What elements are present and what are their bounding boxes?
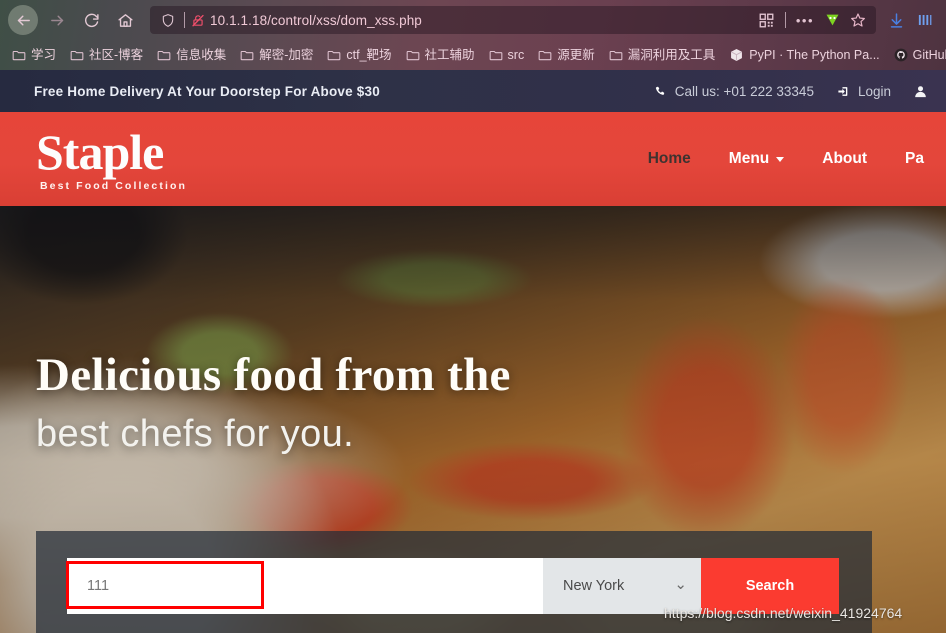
url-text[interactable]: 10.1.1.18/control/xss/dom_xss.php	[210, 13, 755, 28]
bookmark-label: PyPI · The Python Pa...	[749, 47, 880, 62]
back-arrow-icon	[15, 12, 32, 29]
folder-icon	[157, 49, 171, 61]
bookmark-label: ctf_靶场	[346, 47, 392, 62]
chevron-down-icon: ⌄	[674, 576, 687, 593]
nav-label: Pa	[905, 150, 924, 167]
hero-copy: Delicious food from the best chefs for y…	[18, 206, 928, 460]
address-bar-actions: •••	[755, 8, 870, 32]
sign-in-icon	[836, 85, 850, 98]
github-icon	[894, 48, 908, 62]
login-label: Login	[857, 83, 891, 99]
bookmark-item[interactable]: 漏洞利用及工具	[603, 47, 722, 64]
forward-button[interactable]	[42, 5, 72, 35]
nav-item-pages[interactable]: Pa	[905, 150, 924, 168]
site-topbar: Free Home Delivery At Your Doorstep For …	[0, 70, 946, 112]
folder-icon	[240, 49, 254, 61]
back-button[interactable]	[8, 5, 38, 35]
login-item[interactable]: Login	[836, 84, 891, 99]
nav-label: About	[822, 150, 868, 167]
browser-nav-row: 10.1.1.18/control/xss/dom_xss.php •••	[0, 0, 946, 40]
hero-subheadline: best chefs for you.	[36, 413, 355, 455]
bookmark-item-github[interactable]: GitHub	[888, 46, 946, 64]
search-input[interactable]	[67, 558, 543, 614]
ellipsis-icon[interactable]: •••	[792, 13, 818, 28]
bookmark-item[interactable]: 解密-加密	[234, 47, 319, 64]
address-bar[interactable]: 10.1.1.18/control/xss/dom_xss.php •••	[150, 6, 876, 34]
location-selected-value: New York	[563, 578, 625, 594]
urlbar-divider	[184, 12, 185, 28]
logo-tagline: Best Food Collection	[40, 180, 187, 192]
library-icon[interactable]	[912, 8, 936, 32]
bookmark-label: 漏洞利用及工具	[627, 47, 716, 62]
nav-item-about[interactable]: About	[822, 150, 867, 168]
promo-text: Free Home Delivery At Your Doorstep For …	[34, 83, 380, 99]
reload-button[interactable]	[76, 5, 106, 35]
topbar-right: Call us: +01 222 33345 Login	[654, 84, 928, 99]
folder-icon	[70, 49, 84, 61]
account-item[interactable]	[913, 84, 928, 99]
home-button[interactable]	[110, 5, 140, 35]
bookmark-label: 社工辅助	[424, 47, 475, 62]
home-icon	[117, 12, 134, 29]
bookmark-label: GitHub	[912, 47, 946, 62]
qr-code-icon[interactable]	[755, 8, 779, 32]
bookmark-item[interactable]: 信息收集	[151, 47, 232, 64]
bookmark-item[interactable]: 社工辅助	[400, 47, 481, 64]
brand[interactable]: Staple Best Food Collection	[18, 126, 187, 192]
bookmark-item[interactable]: 源更新	[532, 47, 601, 64]
bookmark-label: 信息收集	[176, 47, 227, 62]
screenshot-root: 10.1.1.18/control/xss/dom_xss.php ••• 学习…	[0, 0, 946, 633]
site-header: Staple Best Food Collection Home Menu Ab…	[0, 112, 946, 206]
watermark-text: https://blog.csdn.net/weixin_41924764	[664, 605, 903, 621]
hero-headline: Delicious food from the	[36, 349, 511, 401]
nav-label: Home	[647, 150, 691, 167]
actions-divider	[784, 12, 786, 28]
logo-text: Staple	[36, 124, 164, 180]
folder-icon	[327, 49, 341, 61]
green-mask-extension-icon[interactable]	[820, 8, 844, 32]
call-us-item[interactable]: Call us: +01 222 33345	[654, 84, 814, 99]
web-page: Free Home Delivery At Your Doorstep For …	[0, 70, 946, 633]
bookmark-item[interactable]: 社区-博客	[64, 47, 149, 64]
nav-label: Menu	[728, 150, 770, 167]
bookmark-item-pypi[interactable]: PyPI · The Python Pa...	[723, 46, 885, 64]
phone-icon	[654, 85, 667, 98]
bookmark-item[interactable]: src	[483, 47, 531, 64]
shield-icon[interactable]	[156, 13, 180, 28]
bookmark-label: 社区-博客	[89, 47, 144, 62]
forward-arrow-icon	[49, 12, 66, 29]
bookmark-item[interactable]: ctf_靶场	[321, 47, 397, 64]
download-arrow-icon[interactable]	[884, 8, 908, 32]
folder-icon	[538, 49, 552, 61]
folder-icon	[406, 49, 420, 61]
chevron-down-icon	[776, 156, 785, 162]
bookmark-item[interactable]: 学习	[6, 47, 62, 64]
folder-icon	[609, 49, 623, 61]
star-icon[interactable]	[846, 8, 870, 32]
bookmarks-bar: 学习 社区-博客 信息收集 解密-加密 ctf_靶场 社工辅助 src 源更新 …	[0, 40, 946, 70]
browser-chrome: 10.1.1.18/control/xss/dom_xss.php ••• 学习…	[0, 0, 946, 70]
package-icon	[729, 48, 744, 62]
bookmark-label: 学习	[31, 47, 57, 62]
phone-label: Call us: +01 222 33345	[674, 83, 814, 99]
main-navigation: Home Menu About Pa	[648, 150, 928, 168]
bookmark-label: 源更新	[557, 47, 595, 62]
nav-item-menu[interactable]: Menu	[728, 150, 785, 168]
bookmark-label: 解密-加密	[259, 47, 314, 62]
broken-lock-icon[interactable]	[189, 13, 210, 28]
chrome-right-actions	[884, 8, 938, 32]
bookmark-label: src	[507, 47, 525, 62]
folder-icon	[489, 49, 503, 61]
user-icon	[913, 84, 928, 99]
nav-item-home[interactable]: Home	[648, 150, 691, 168]
hero-section: Delicious food from the best chefs for y…	[0, 206, 946, 633]
folder-icon	[12, 49, 26, 61]
reload-icon	[83, 12, 100, 29]
